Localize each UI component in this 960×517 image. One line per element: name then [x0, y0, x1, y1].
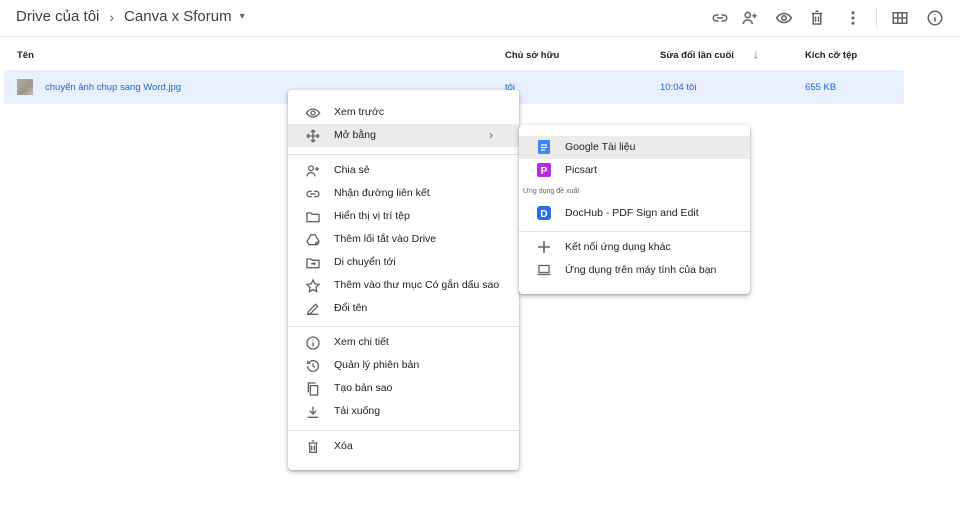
menu-divider — [288, 154, 519, 155]
menu-item-view-details[interactable]: Xem chi tiết — [288, 331, 519, 354]
menu-item-get-link[interactable]: Nhận đường liên kết — [288, 182, 519, 205]
dochub-icon: D — [537, 206, 551, 220]
svg-text:D: D — [540, 209, 547, 220]
eye-icon — [304, 104, 322, 122]
google-docs-icon — [537, 140, 551, 154]
add-person-icon[interactable] — [738, 6, 762, 30]
column-header-owner[interactable]: Chủ sở hữu — [505, 50, 559, 61]
menu-item-add-shortcut[interactable]: Thêm lối tắt vào Drive — [288, 228, 519, 251]
move-folder-icon — [304, 254, 322, 272]
star-icon — [304, 277, 322, 295]
menu-item-show-location[interactable]: Hiển thị vị trí tệp — [288, 205, 519, 228]
history-icon — [304, 357, 322, 375]
menu-item-share[interactable]: Chia sẻ — [288, 159, 519, 182]
menu-item-remove[interactable]: Xóa — [288, 435, 519, 458]
file-name: chuyển ảnh chụp sang Word.jpg — [45, 82, 182, 93]
link-icon[interactable] — [708, 6, 732, 30]
svg-text:P: P — [541, 166, 548, 177]
context-menu: Xem trước Mở bằng › Chia sẻ Nhận đường l… — [288, 90, 519, 470]
image-thumbnail — [17, 79, 33, 95]
info-icon — [304, 334, 322, 352]
trash-icon — [304, 438, 322, 456]
move-arrows-icon — [304, 127, 322, 145]
grid-view-icon[interactable] — [888, 6, 912, 30]
download-icon — [304, 403, 322, 421]
picsart-icon: P — [537, 163, 551, 177]
menu-item-download[interactable]: Tải xuống — [288, 400, 519, 423]
menu-divider — [519, 231, 750, 232]
menu-item-move-to[interactable]: Di chuyển tới — [288, 251, 519, 274]
suggested-apps-heading: Ứng dụng đề xuất — [523, 188, 580, 195]
drive-shortcut-icon — [304, 231, 322, 249]
trash-icon[interactable] — [805, 6, 829, 30]
submenu-item-picsart[interactable]: P Picsart — [519, 159, 750, 182]
add-person-icon — [304, 162, 322, 180]
column-header-modified[interactable]: Sửa đổi lần cuối — [660, 50, 734, 61]
pencil-icon — [304, 300, 322, 318]
menu-item-manage-versions[interactable]: Quản lý phiên bản — [288, 354, 519, 377]
sort-arrow-icon[interactable]: ↓ — [753, 47, 759, 61]
menu-item-preview[interactable]: Xem trước — [288, 101, 519, 124]
plus-icon — [537, 240, 551, 254]
file-modified: 10:04 tôi — [660, 82, 697, 93]
more-vert-icon[interactable] — [841, 6, 865, 30]
column-header-size[interactable]: Kích cỡ tệp — [805, 50, 857, 61]
submenu-item-dochub[interactable]: D DocHub - PDF Sign and Edit — [519, 202, 750, 225]
menu-divider — [288, 326, 519, 327]
toolbar-divider — [876, 8, 877, 28]
link-icon — [304, 185, 322, 203]
column-header-name[interactable]: Tên — [17, 50, 34, 61]
breadcrumb: Drive của tôi › Canva x Sforum ▾ — [16, 8, 245, 25]
menu-item-rename[interactable]: Đổi tên — [288, 297, 519, 320]
chevron-down-icon[interactable]: ▾ — [240, 11, 245, 22]
file-size: 655 KB — [805, 82, 837, 93]
submenu-item-google-docs[interactable]: Google Tài liệu — [519, 136, 750, 159]
breadcrumb-root[interactable]: Drive của tôi — [16, 8, 99, 25]
menu-item-open-with[interactable]: Mở bằng › — [288, 124, 519, 147]
breadcrumb-separator: › — [109, 8, 115, 25]
top-bar: Drive của tôi › Canva x Sforum ▾ — [0, 0, 960, 37]
eye-icon[interactable] — [772, 6, 796, 30]
copy-icon — [304, 380, 322, 398]
info-icon[interactable] — [923, 6, 947, 30]
breadcrumb-current-folder[interactable]: Canva x Sforum — [124, 8, 232, 25]
submenu-item-computer-apps[interactable]: Ứng dụng trên máy tính của bạn — [519, 259, 750, 282]
menu-divider — [288, 430, 519, 431]
laptop-icon — [537, 263, 551, 277]
chevron-right-icon: › — [489, 128, 493, 142]
menu-item-add-starred[interactable]: Thêm vào thư mục Có gắn dấu sao — [288, 274, 519, 297]
open-with-submenu: Google Tài liệu P Picsart Ứng dụng đề xu… — [519, 125, 750, 294]
submenu-item-connect-more-apps[interactable]: Kết nối ứng dụng khác — [519, 236, 750, 259]
menu-item-make-copy[interactable]: Tạo bản sao — [288, 377, 519, 400]
folder-icon — [304, 208, 322, 226]
